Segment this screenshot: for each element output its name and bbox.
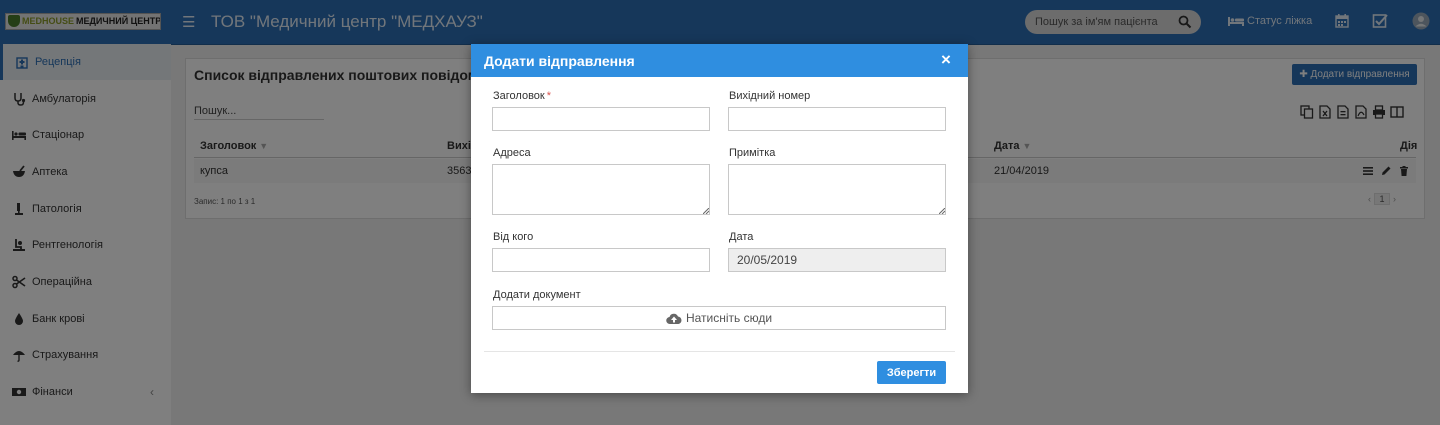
- title-label-text: Заголовок: [493, 90, 545, 102]
- date-field: [728, 248, 946, 272]
- note-label: Примітка: [729, 147, 776, 159]
- upload-document-button[interactable]: Натисніть сюди: [492, 306, 946, 330]
- resize-grip-icon[interactable]: [703, 208, 709, 214]
- modal-divider: [484, 351, 955, 352]
- save-button[interactable]: Зберегти: [877, 361, 946, 384]
- close-icon[interactable]: ×: [941, 51, 951, 69]
- modal-title: Додати відправлення: [484, 53, 635, 69]
- document-label: Додати документ: [493, 289, 581, 301]
- date-label: Дата: [729, 231, 754, 243]
- note-field[interactable]: [728, 164, 946, 215]
- cloud-upload-icon: [666, 313, 682, 325]
- address-field[interactable]: [492, 164, 710, 215]
- from-label: Від кого: [493, 231, 534, 243]
- outgoing-number-field[interactable]: [728, 107, 946, 131]
- outgoing-number-label: Вихідний номер: [729, 90, 811, 102]
- title-field[interactable]: [492, 107, 710, 131]
- address-label: Адреса: [493, 147, 531, 159]
- from-field[interactable]: [492, 248, 710, 272]
- add-dispatch-modal: Додати відправлення × Заголовок * Вихідни…: [471, 44, 968, 393]
- modal-header: Додати відправлення ×: [471, 44, 968, 77]
- upload-text: Натисніть сюди: [685, 311, 773, 325]
- resize-grip-icon[interactable]: [939, 208, 945, 214]
- title-label: Заголовок *: [493, 90, 551, 102]
- required-marker: *: [546, 90, 551, 102]
